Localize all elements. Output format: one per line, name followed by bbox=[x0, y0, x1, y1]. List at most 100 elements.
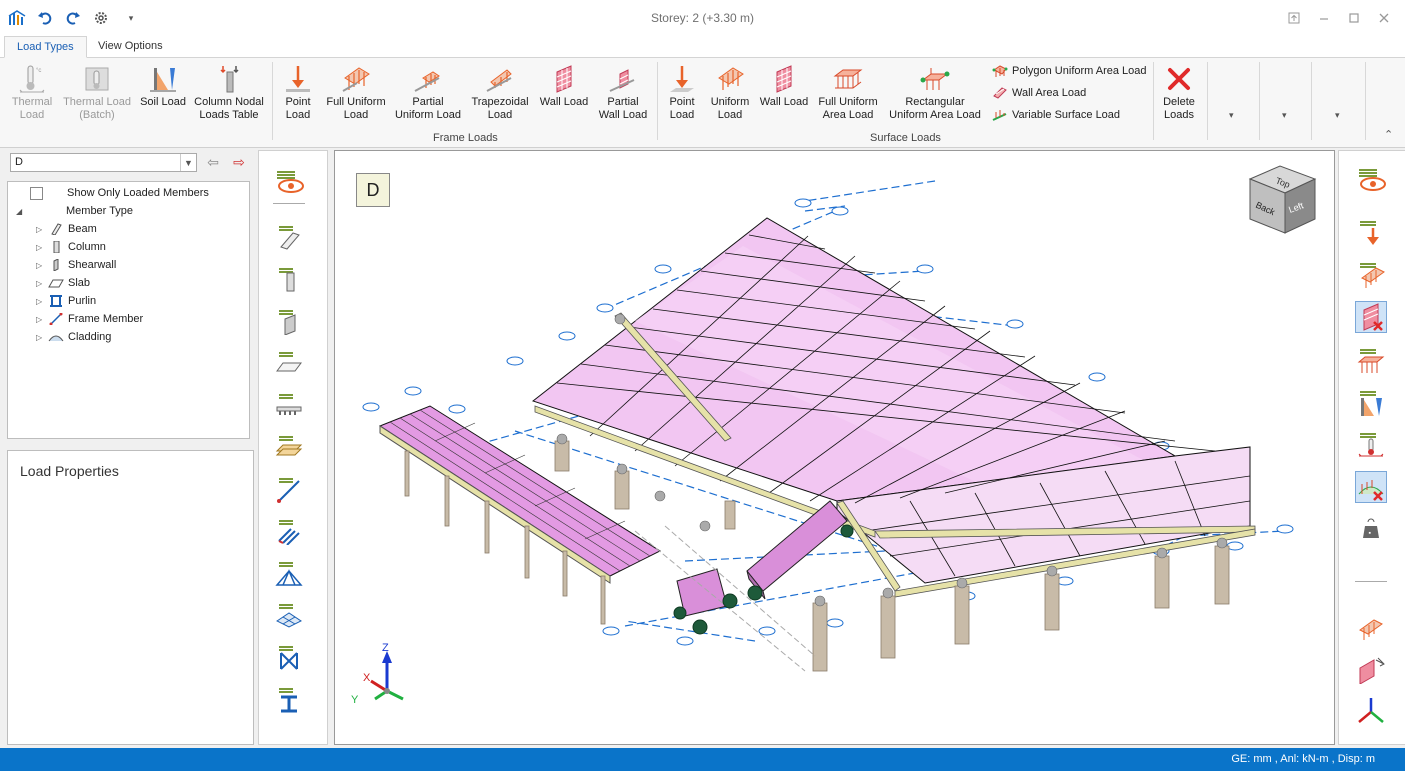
maximize-icon[interactable] bbox=[1340, 6, 1368, 30]
show-only-loaded-label: Show Only Loaded Members bbox=[67, 187, 209, 199]
axis-y-label: Y bbox=[351, 694, 359, 706]
load-direction-icon[interactable] bbox=[1355, 611, 1387, 643]
thermal-load-label: Thermal Load bbox=[11, 96, 53, 121]
delete-loads-button[interactable]: Delete Loads bbox=[1158, 62, 1200, 128]
show-variable-loads-icon[interactable] bbox=[1355, 471, 1387, 503]
partial-uniform-load-button[interactable]: Partial Uniform Load bbox=[394, 62, 462, 128]
minimize-icon[interactable] bbox=[1310, 6, 1338, 30]
surface-uniform-load-button[interactable]: Uniform Load bbox=[708, 62, 752, 128]
filter-waffle-slab-icon[interactable] bbox=[273, 431, 305, 463]
collapse-ribbon-icon[interactable]: ⌃ bbox=[1384, 128, 1393, 141]
show-uniform-loads-icon[interactable] bbox=[1355, 259, 1387, 291]
collapsed-triangle-icon[interactable]: ▷ bbox=[36, 333, 46, 342]
ribbon-dropdown-chevron-icon[interactable]: ▾ bbox=[1229, 110, 1234, 121]
ribbon-dropdown-chevron-icon[interactable]: ▾ bbox=[1282, 110, 1287, 121]
show-area-loads-icon[interactable] bbox=[1355, 345, 1387, 377]
tab-view-options[interactable]: View Options bbox=[86, 36, 175, 58]
tree-item-label: Purlin bbox=[68, 295, 97, 307]
collapsed-triangle-icon[interactable]: ▷ bbox=[36, 315, 46, 324]
collapsed-triangle-icon[interactable]: ▷ bbox=[36, 225, 46, 234]
tree-item-beam[interactable]: ▷ Beam bbox=[36, 220, 97, 238]
tree-item-shearwall[interactable]: ▷ Shearwall bbox=[36, 256, 116, 274]
filter-slab-icon[interactable] bbox=[273, 347, 305, 379]
collapsed-triangle-icon[interactable]: ▷ bbox=[36, 261, 46, 270]
tree-item-column[interactable]: ▷ Column bbox=[36, 238, 106, 256]
filter-frame-member-icon[interactable] bbox=[273, 473, 305, 505]
tree-node-member-type[interactable]: ◢ Member Type bbox=[16, 202, 133, 220]
thermal-load-button[interactable]: °c Thermal Load bbox=[8, 62, 56, 128]
show-thermal-loads-icon[interactable] bbox=[1355, 429, 1387, 461]
structure-3d-model[interactable]: Top Back Left Z X Y bbox=[335, 151, 1335, 745]
surface-point-load-button[interactable]: Point Load bbox=[662, 62, 702, 128]
left-panel: D ▼ ⇦ ⇨ Show Only Loaded Members ◢ Membe… bbox=[5, 150, 255, 745]
previous-arrow-icon[interactable]: ⇦ bbox=[205, 154, 221, 170]
storey-badge: D bbox=[356, 173, 390, 207]
filter-column-icon[interactable] bbox=[273, 263, 305, 295]
view-cube[interactable]: Top Back Left bbox=[1248, 165, 1317, 234]
filter-ribbed-slab-icon[interactable] bbox=[273, 389, 305, 421]
expanded-triangle-icon[interactable]: ◢ bbox=[16, 207, 26, 216]
tree-item-slab[interactable]: ▷ Slab bbox=[36, 274, 90, 292]
show-point-loads-icon[interactable] bbox=[1355, 217, 1387, 249]
pin-icon[interactable] bbox=[1280, 6, 1308, 30]
full-uniform-area-load-button[interactable]: Full Uniform Area Load bbox=[816, 62, 880, 128]
filter-truss-icon[interactable] bbox=[273, 557, 305, 589]
show-only-loaded-row[interactable]: Show Only Loaded Members bbox=[30, 184, 209, 202]
surface-wall-load-button[interactable]: Wall Load bbox=[758, 62, 810, 128]
variable-surface-load-icon bbox=[991, 107, 1009, 123]
filter-steel-section-icon[interactable] bbox=[273, 683, 305, 715]
filter-beam-icon[interactable] bbox=[273, 221, 305, 253]
tab-load-types[interactable]: Load Types bbox=[4, 36, 87, 58]
combo-chevron-down-icon[interactable]: ▼ bbox=[180, 154, 196, 171]
column-nodal-loads-table-button[interactable]: Column Nodal Loads Table bbox=[194, 62, 264, 128]
collapsed-triangle-icon[interactable]: ▷ bbox=[36, 243, 46, 252]
show-wall-loads-icon[interactable] bbox=[1355, 301, 1387, 333]
ribbon-separator bbox=[272, 62, 273, 140]
frame-wall-load-button[interactable]: Wall Load bbox=[538, 62, 590, 128]
thermal-load-icon: °c bbox=[16, 62, 48, 96]
frame-wall-load-label: Wall Load bbox=[539, 96, 589, 108]
close-icon[interactable] bbox=[1370, 6, 1398, 30]
filter-shearwall-icon[interactable] bbox=[273, 305, 305, 337]
weight-icon[interactable]: ▪ bbox=[1355, 513, 1387, 545]
wall-area-load-button[interactable]: Wall Area Load bbox=[991, 83, 1086, 103]
collapsed-triangle-icon[interactable]: ▷ bbox=[36, 297, 46, 306]
frame-point-load-button[interactable]: Point Load bbox=[278, 62, 318, 128]
next-arrow-icon[interactable]: ⇨ bbox=[231, 154, 247, 170]
load-properties-title: Load Properties bbox=[20, 463, 119, 479]
tree-item-label: Cladding bbox=[68, 331, 112, 343]
full-uniform-load-button[interactable]: Full Uniform Load bbox=[324, 62, 388, 128]
filter-space-frame-icon[interactable] bbox=[273, 599, 305, 631]
3d-viewport[interactable]: Top Back Left Z X Y D bbox=[334, 150, 1335, 745]
storey-combo[interactable]: D ▼ bbox=[10, 153, 197, 172]
polygon-uniform-area-load-button[interactable]: Polygon Uniform Area Load bbox=[991, 61, 1147, 81]
load-transfer-icon[interactable] bbox=[1355, 653, 1387, 685]
visibility-eye-icon[interactable] bbox=[273, 165, 305, 197]
soil-load-button[interactable]: Soil Load bbox=[138, 62, 188, 128]
tree-item-label: Slab bbox=[68, 277, 91, 289]
slab-icon bbox=[48, 276, 64, 290]
tree-item-purlin[interactable]: ▷ Purlin bbox=[36, 292, 96, 310]
rectangular-uniform-area-load-button[interactable]: Rectangular Uniform Area Load bbox=[886, 62, 984, 128]
trapezoidal-load-button[interactable]: Trapezoidal Load bbox=[470, 62, 530, 128]
partial-wall-load-icon bbox=[607, 62, 639, 96]
title-bar: ▾ Storey: 2 (+3.30 m) bbox=[0, 0, 1405, 36]
tree-item-frame-member[interactable]: ▷ Frame Member bbox=[36, 310, 143, 328]
load-visibility-eye-icon[interactable] bbox=[1355, 163, 1387, 195]
tree-item-cladding[interactable]: ▷ Cladding bbox=[36, 328, 111, 346]
local-axis-icon[interactable] bbox=[1355, 695, 1387, 727]
filter-purlin-icon[interactable] bbox=[273, 515, 305, 547]
ribbon-dropdown-chevron-icon[interactable]: ▾ bbox=[1335, 110, 1340, 121]
axis-x-label: X bbox=[363, 672, 371, 684]
thermal-load-batch-button[interactable]: Thermal Load (Batch) bbox=[62, 62, 132, 128]
partial-uniform-load-label: Partial Uniform Load bbox=[394, 96, 462, 121]
collapsed-triangle-icon[interactable]: ▷ bbox=[36, 279, 46, 288]
show-only-loaded-checkbox[interactable] bbox=[30, 186, 43, 200]
surface-loads-group-label: Surface Loads bbox=[870, 132, 941, 144]
full-uniform-load-label: Full Uniform Load bbox=[326, 96, 386, 121]
filter-bracing-icon[interactable] bbox=[273, 641, 305, 673]
show-soil-loads-icon[interactable] bbox=[1355, 387, 1387, 419]
variable-surface-load-button[interactable]: Variable Surface Load bbox=[991, 105, 1120, 125]
ribbon: °c Thermal Load Thermal Load (Batch) Soi… bbox=[0, 58, 1405, 148]
partial-wall-load-button[interactable]: Partial Wall Load bbox=[596, 62, 650, 128]
